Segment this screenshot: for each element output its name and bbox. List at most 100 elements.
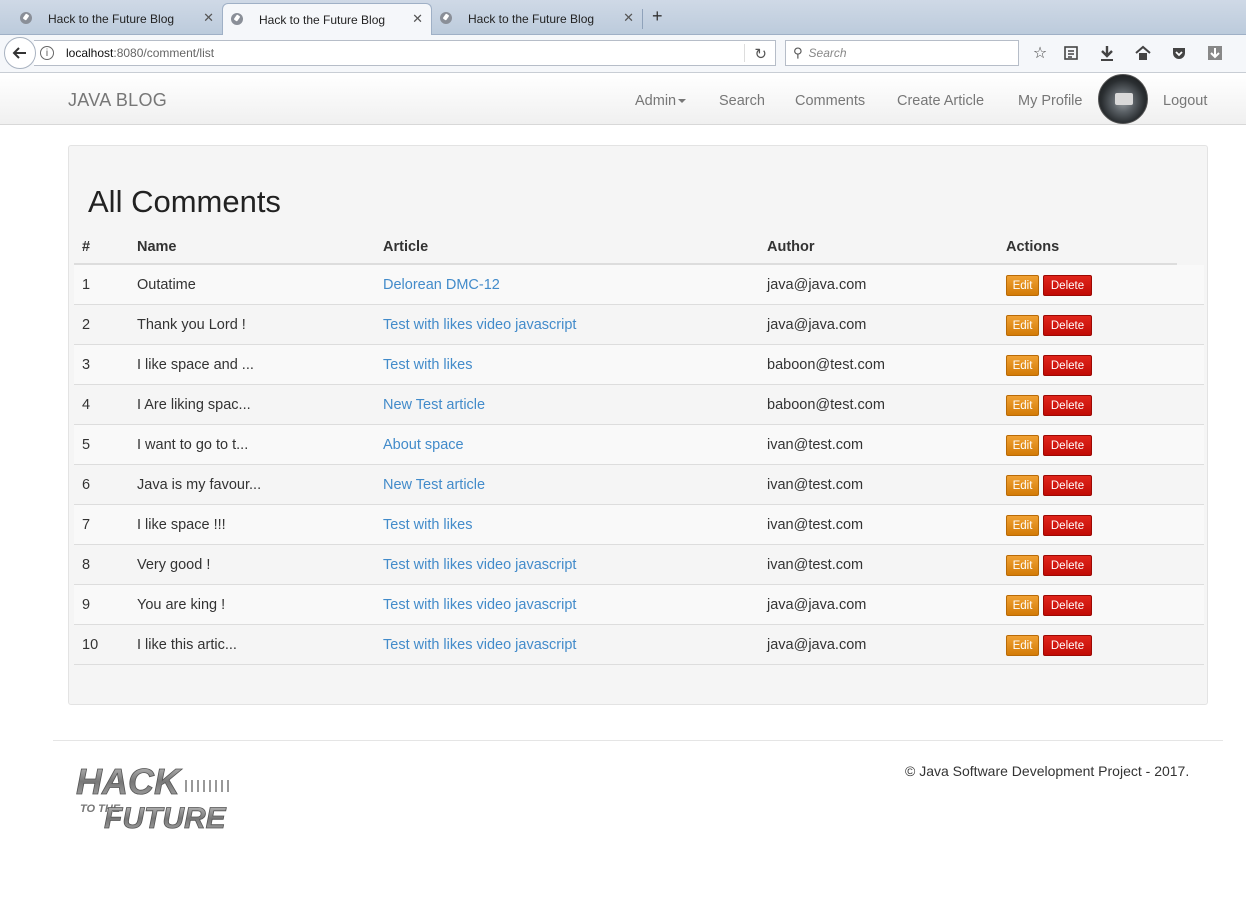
row-number: 2 <box>82 317 91 333</box>
browser-tab-1[interactable]: Hack to the Future Blog ✕ <box>12 3 223 35</box>
bookmark-star-icon[interactable]: ☆ <box>1031 44 1049 62</box>
address-bar[interactable]: i localhost :8080/comment/list ↻ <box>34 40 776 66</box>
edit-button[interactable]: Edit <box>1006 515 1039 536</box>
reload-icon[interactable]: ↻ <box>754 45 767 63</box>
article-link[interactable]: About space <box>383 437 464 453</box>
nav-comments[interactable]: Comments <box>795 93 865 109</box>
brand-link[interactable]: JAVA BLOG <box>68 90 167 111</box>
comment-name: You are king ! <box>137 597 226 613</box>
delete-button[interactable]: Delete <box>1043 315 1092 336</box>
delete-button[interactable]: Delete <box>1043 555 1092 576</box>
url-path: :8080/comment/list <box>113 46 215 60</box>
table-body: 1 Outatime Delorean DMC-12 java@java.com Edi… <box>74 265 1204 665</box>
nav-my-profile[interactable]: My Profile <box>1018 93 1082 109</box>
pocket-icon[interactable] <box>1170 44 1188 62</box>
article-link[interactable]: Test with likes video javascript <box>383 317 576 333</box>
edit-button[interactable]: Edit <box>1006 315 1039 336</box>
table-row: 8 Very good ! Test with likes video javasc… <box>74 545 1204 585</box>
column-header-name: Name <box>137 239 177 255</box>
delete-button[interactable]: Delete <box>1043 475 1092 496</box>
comment-name: Very good ! <box>137 557 211 573</box>
table-row: 9 You are king ! Test with likes video jav… <box>74 585 1204 625</box>
search-bar[interactable]: ⚲ Search <box>785 40 1019 66</box>
row-number: 5 <box>82 437 91 453</box>
reading-list-icon[interactable] <box>1062 44 1080 62</box>
url-separator <box>744 44 745 62</box>
article-link[interactable]: Test with likes video javascript <box>383 597 576 613</box>
site-info-icon[interactable]: i <box>40 46 54 60</box>
delete-button[interactable]: Delete <box>1043 355 1092 376</box>
table-row: 1 Outatime Delorean DMC-12 java@java.com Edi… <box>74 265 1204 305</box>
delete-button[interactable]: Delete <box>1043 595 1092 616</box>
row-number: 3 <box>82 357 91 373</box>
downloads-icon[interactable] <box>1098 44 1116 62</box>
article-link[interactable]: New Test article <box>383 477 485 493</box>
close-tab-icon[interactable]: ✕ <box>623 10 634 26</box>
nav-create-article[interactable]: Create Article <box>897 93 984 109</box>
article-link[interactable]: New Test article <box>383 397 485 413</box>
delete-button[interactable]: Delete <box>1043 275 1092 296</box>
comment-name: Java is my favour... <box>137 477 262 493</box>
edit-button[interactable]: Edit <box>1006 395 1039 416</box>
comment-name: Thank you Lord ! <box>137 317 246 333</box>
article-link[interactable]: Delorean DMC-12 <box>383 277 500 293</box>
edit-button[interactable]: Edit <box>1006 475 1039 496</box>
delete-button[interactable]: Delete <box>1043 635 1092 656</box>
edit-button[interactable]: Edit <box>1006 435 1039 456</box>
download-arrow-icon[interactable] <box>1206 44 1224 62</box>
author-email: java@java.com <box>767 317 867 333</box>
site-favicon-icon <box>440 12 452 24</box>
url-host: localhost <box>66 46 114 60</box>
avatar[interactable] <box>1098 74 1148 124</box>
delete-button[interactable]: Delete <box>1043 395 1092 416</box>
back-button[interactable] <box>4 37 36 69</box>
close-tab-icon[interactable]: ✕ <box>203 10 214 26</box>
site-favicon-icon <box>20 12 32 24</box>
browser-tab-2-active[interactable]: Hack to the Future Blog ✕ <box>222 3 432 36</box>
article-link[interactable]: Test with likes <box>383 517 472 533</box>
page-title: All Comments <box>88 184 281 219</box>
edit-button[interactable]: Edit <box>1006 355 1039 376</box>
nav-logout[interactable]: Logout <box>1163 93 1207 109</box>
row-number: 1 <box>82 277 91 293</box>
nav-admin-dropdown[interactable]: Admin <box>635 93 687 109</box>
svg-text:HACK: HACK <box>76 761 183 802</box>
article-link[interactable]: Test with likes <box>383 357 472 373</box>
comment-name: I like space and ... <box>137 357 254 373</box>
comment-name: I like space !!! <box>137 517 226 533</box>
edit-button[interactable]: Edit <box>1006 555 1039 576</box>
comment-name: Outatime <box>137 277 196 293</box>
site-favicon-icon <box>231 13 243 25</box>
column-header-actions: Actions <box>1006 239 1060 255</box>
edit-button[interactable]: Edit <box>1006 595 1039 616</box>
comments-panel: All Comments # Name Article Author Actio… <box>68 145 1208 705</box>
edit-button[interactable]: Edit <box>1006 275 1039 296</box>
nav-search[interactable]: Search <box>719 93 765 109</box>
author-email: java@java.com <box>767 277 867 293</box>
edit-button[interactable]: Edit <box>1006 635 1039 656</box>
close-tab-icon[interactable]: ✕ <box>412 11 423 27</box>
column-header-article: Article <box>383 239 429 255</box>
table-row: 7 I like space !!! Test with likes ivan@tes… <box>74 505 1204 545</box>
article-link[interactable]: Test with likes video javascript <box>383 557 576 573</box>
table-row: 6 Java is my favour... New Test article iva… <box>74 465 1204 505</box>
row-number: 9 <box>82 597 91 613</box>
article-link[interactable]: Test with likes video javascript <box>383 637 576 653</box>
search-placeholder: Search <box>808 46 847 60</box>
hack-to-the-future-logo: HACK TO THE FUTURE <box>76 761 229 835</box>
browser-tab-title: Hack to the Future Blog <box>259 13 386 27</box>
delete-button[interactable]: Delete <box>1043 515 1092 536</box>
author-email: ivan@test.com <box>767 517 864 533</box>
table-row: 5 I want to go to t... About space ivan@tes… <box>74 425 1204 465</box>
footer-divider <box>53 740 1223 741</box>
new-tab-icon[interactable]: + <box>652 6 663 27</box>
copyright-text: © Java Software Development Project - 20… <box>905 763 1190 779</box>
back-arrow-icon <box>12 47 26 59</box>
home-icon[interactable] <box>1134 44 1152 62</box>
browser-tab-3[interactable]: Hack to the Future Blog ✕ <box>432 3 643 35</box>
delete-button[interactable]: Delete <box>1043 435 1092 456</box>
table-row: 4 I Are liking spac... New Test article bab… <box>74 385 1204 425</box>
table-row: 2 Thank you Lord ! Test with likes video j… <box>74 305 1204 345</box>
author-email: ivan@test.com <box>767 437 864 453</box>
browser-toolbar: i localhost :8080/comment/list ↻ ⚲ Searc… <box>0 35 1246 73</box>
